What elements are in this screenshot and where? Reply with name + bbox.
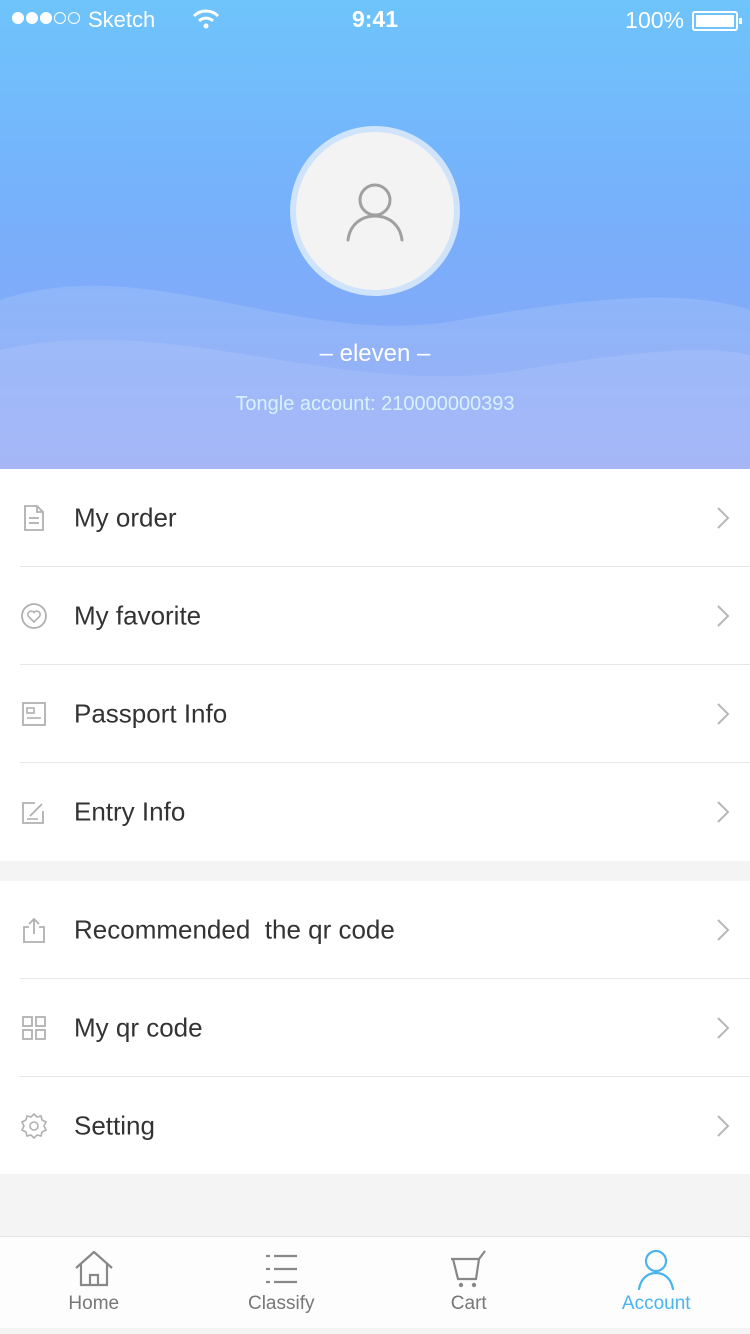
menu-item-my-qr-code[interactable]: My qr code <box>0 979 750 1077</box>
profile-header: Sketch 9:41 100% – eleven – Tongle accou… <box>0 0 750 469</box>
gear-icon <box>20 1112 48 1140</box>
battery-icon <box>692 11 742 31</box>
document-icon <box>24 505 44 531</box>
menu-item-label: Entry Info <box>74 796 186 827</box>
chevron-right-icon <box>717 703 730 725</box>
menu-item-setting[interactable]: Setting <box>0 1077 750 1175</box>
status-bar: Sketch 9:41 100% <box>0 0 750 40</box>
chevron-right-icon <box>717 507 730 529</box>
menu-item-label: Recommended the qr code <box>74 914 395 945</box>
menu-item-label: Passport Info <box>74 698 228 729</box>
menu-item-recommend-qr[interactable]: Recommended the qr code <box>0 881 750 979</box>
cart-icon <box>450 1250 486 1288</box>
menu-item-entry-info[interactable]: Entry Info <box>0 763 750 861</box>
menu-item-label: My favorite <box>74 600 202 631</box>
home-icon <box>75 1250 113 1287</box>
menu-group-secondary: Recommended the qr code My qr code Setti… <box>0 881 750 1174</box>
chevron-right-icon <box>717 919 730 941</box>
chevron-right-icon <box>717 1115 730 1137</box>
tab-classify[interactable]: Classify <box>188 1237 376 1328</box>
battery-percent: 100% <box>625 7 684 33</box>
account-number: Tongle account: 210000000393 <box>235 393 515 415</box>
user-icon <box>346 183 404 242</box>
menu-group-primary: My order My favorite Passport Info Entry… <box>0 469 750 861</box>
list-icon <box>266 1254 298 1284</box>
username: – eleven – <box>319 340 431 367</box>
chevron-right-icon <box>717 801 730 823</box>
menu-item-label: My qr code <box>74 1012 203 1043</box>
user-icon <box>638 1249 675 1291</box>
tab-home[interactable]: Home <box>0 1237 188 1328</box>
tab-cart[interactable]: Cart <box>375 1237 563 1328</box>
tab-label: Cart <box>450 1293 487 1314</box>
menu-item-my-favorite[interactable]: My favorite <box>0 567 750 665</box>
chevron-right-icon <box>717 605 730 627</box>
edit-icon <box>22 802 44 824</box>
id-card-icon <box>22 702 46 726</box>
menu-item-my-order[interactable]: My order <box>0 469 750 567</box>
tab-label: Classify <box>247 1293 315 1314</box>
chevron-right-icon <box>717 1017 730 1039</box>
tab-account[interactable]: Account <box>563 1237 750 1328</box>
share-icon <box>23 917 45 943</box>
tab-label: Home <box>68 1293 120 1314</box>
tab-label: Account <box>621 1293 691 1314</box>
grid-icon <box>22 1016 46 1040</box>
avatar[interactable] <box>290 126 460 296</box>
menu-item-passport-info[interactable]: Passport Info <box>0 665 750 763</box>
menu-item-label: Setting <box>74 1110 155 1141</box>
account-page: Sketch 9:41 100% – eleven – Tongle accou… <box>0 0 750 1334</box>
heart-icon <box>21 603 47 629</box>
bottom-tab-bar: Home Classify Cart Account <box>0 1236 750 1328</box>
menu-item-label: My order <box>74 502 177 533</box>
